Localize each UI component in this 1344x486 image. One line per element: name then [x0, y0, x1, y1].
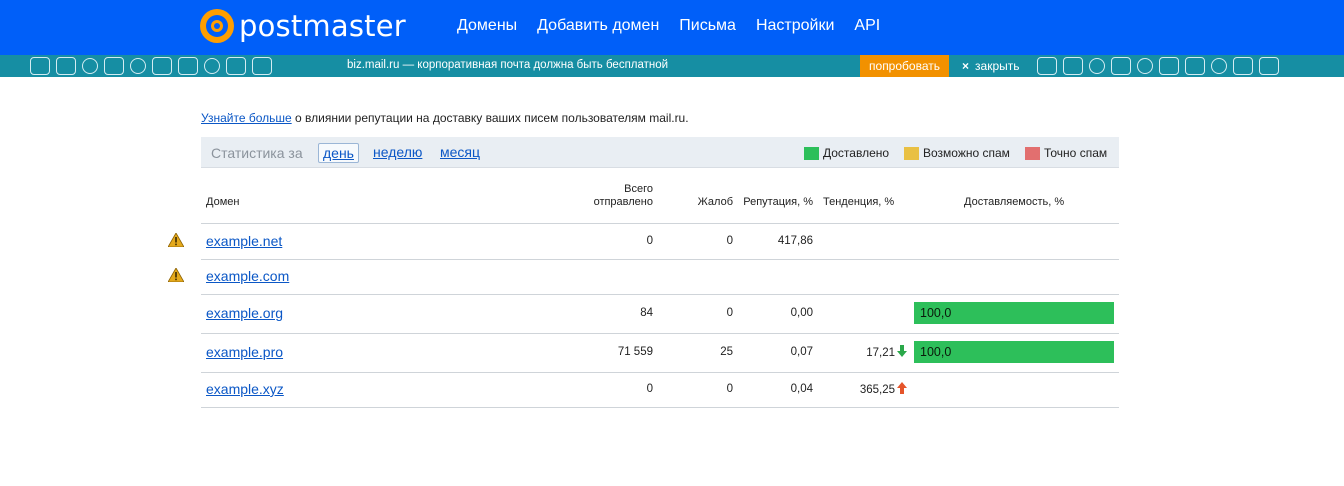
header-sent-line2: отправлено: [593, 196, 653, 208]
main-nav: Домены Добавить домен Письма Настройки A…: [457, 17, 900, 35]
table-row: example.pro 71 559 25 0,07 17,21 100,0: [201, 334, 1119, 373]
close-icon: ×: [962, 59, 970, 73]
legend-maybe-spam: Возможно спам: [904, 146, 1010, 160]
postmaster-logo[interactable]: postmaster: [200, 9, 406, 43]
legend-spam: Точно спам: [1025, 146, 1107, 160]
nav-domains[interactable]: Домены: [457, 17, 517, 35]
nav-letters[interactable]: Письма: [679, 17, 736, 35]
legend-label: Доставлено: [823, 146, 890, 160]
nav-add-domain[interactable]: Добавить домен: [537, 17, 659, 35]
complaints-cell: 0: [726, 307, 733, 319]
logo-text: postmaster: [239, 9, 406, 43]
trend-cell: 17,21: [866, 345, 907, 359]
sent-cell: 71 559: [617, 346, 653, 358]
header-domain: Домен: [206, 196, 240, 208]
nav-api[interactable]: API: [854, 17, 880, 35]
legend-delivered: Доставлено: [804, 146, 889, 160]
stats-label: Статистика за: [211, 145, 303, 161]
period-day[interactable]: день: [318, 143, 359, 163]
header-trend: Тенденция, %: [823, 196, 895, 208]
learn-more-link[interactable]: Узнайте больше: [201, 111, 292, 125]
domain-link[interactable]: example.pro: [206, 344, 283, 360]
table-row: example.xyz 0 0 0,04 365,25: [201, 373, 1119, 408]
legend-swatch: [1025, 146, 1040, 160]
domain-link[interactable]: example.net: [206, 233, 282, 249]
header-deliverability: Доставляемость, %: [964, 196, 1065, 208]
table-row: example.org 84 0 0,00 100,0: [201, 295, 1119, 334]
legend-swatch: [904, 146, 919, 160]
period-month[interactable]: месяц: [436, 143, 484, 161]
promo-banner: biz.mail.ru — корпоративная почта должна…: [0, 55, 1344, 77]
table-row: example.com: [168, 260, 1119, 295]
reputation-cell: 0,07: [790, 346, 813, 358]
stats-period-bar: Статистика за день неделю месяц Доставле…: [201, 137, 1119, 168]
domain-link[interactable]: example.org: [206, 305, 283, 321]
trend-cell: 365,25: [860, 382, 907, 396]
trend-value: 17,21: [866, 347, 895, 359]
warning-triangle-icon: [168, 233, 184, 247]
period-week[interactable]: неделю: [369, 143, 426, 161]
close-label: закрыть: [975, 59, 1020, 73]
reputation-cell: 0,04: [790, 383, 813, 395]
promo-text: biz.mail.ru — корпоративная почта должна…: [347, 59, 669, 71]
try-button[interactable]: попробовать: [860, 55, 949, 77]
sent-cell: 0: [646, 383, 653, 395]
reputation-cell: 0,00: [790, 307, 813, 319]
sent-cell: 0: [646, 235, 653, 247]
legend-swatch: [804, 146, 819, 160]
header-sent-line1: Всего: [624, 183, 653, 195]
reputation-cell: 417,86: [777, 235, 813, 247]
complaints-cell: 0: [726, 383, 733, 395]
header-reputation: Репутация, %: [743, 196, 813, 208]
warning-triangle-icon: [168, 268, 184, 282]
domain-link[interactable]: example.xyz: [206, 381, 284, 397]
header-complaints: Жалоб: [697, 196, 733, 208]
banner-doodles-right-icon: [1037, 55, 1279, 77]
legend-label: Точно спам: [1044, 146, 1108, 160]
deliverability-value: 100,0: [920, 345, 952, 359]
nav-settings[interactable]: Настройки: [756, 17, 834, 35]
arrow-down-icon: [897, 345, 907, 357]
arrow-up-icon: [897, 382, 907, 394]
deliverability-value: 100,0: [920, 306, 952, 320]
banner-doodles-left-icon: [30, 55, 272, 77]
deliverability-bar: 100,0: [914, 302, 1114, 324]
info-text: о влиянии репутации на доставку ваших пи…: [291, 111, 689, 125]
table-header: Домен Всего отправлено Жалоб Репутация, …: [201, 168, 1119, 224]
complaints-cell: 25: [720, 346, 733, 358]
sent-cell: 84: [640, 307, 653, 319]
complaints-cell: 0: [726, 235, 733, 247]
table-row: example.net 0 0 417,86: [168, 224, 1119, 260]
reputation-info: Узнайте больше о влиянии репутации на до…: [201, 111, 689, 125]
trend-value: 365,25: [859, 384, 895, 396]
close-promo-button[interactable]: × закрыть: [962, 59, 1020, 73]
legend-label: Возможно спам: [923, 146, 1010, 160]
deliverability-bar: 100,0: [914, 341, 1114, 363]
domain-link[interactable]: example.com: [206, 268, 289, 284]
at-sign-icon: [200, 9, 234, 43]
top-header: postmaster Домены Добавить домен Письма …: [0, 0, 1344, 55]
